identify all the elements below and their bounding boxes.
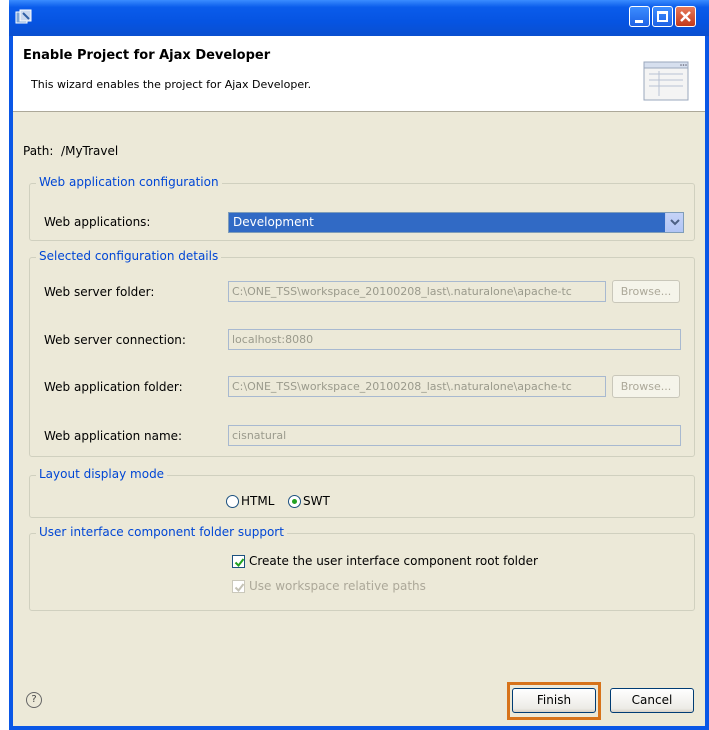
minimize-button[interactable] [629, 6, 650, 27]
create-root-label[interactable]: Create the user interface component root… [249, 554, 538, 568]
wizard-window: Enable Project for Ajax Developer This w… [9, 0, 709, 730]
page-title: Enable Project for Ajax Developer [23, 48, 271, 63]
create-root-checkbox[interactable] [232, 555, 245, 568]
checkmark-icon [234, 583, 245, 593]
eclipse-app-icon [15, 9, 32, 24]
close-button[interactable] [675, 6, 696, 27]
title-bar[interactable] [9, 0, 709, 36]
layout-mode-title: Layout display mode [36, 467, 168, 481]
relative-paths-checkbox[interactable] [232, 580, 245, 593]
radio-swt-label[interactable]: SWT [303, 494, 330, 508]
web-server-folder-value: C:\ONE_TSS\workspace_20100208_last\.natu… [232, 285, 572, 298]
path-value: /MyTravel [61, 144, 119, 158]
path-label: Path: [23, 144, 54, 158]
web-applications-label: Web applications: [44, 215, 151, 229]
ui-folder-group: User interface component folder support … [29, 525, 695, 611]
layout-mode-group: Layout display mode HTML SWT [29, 467, 695, 518]
config-details-group: Selected configuration details Web serve… [29, 249, 695, 457]
page-description: This wizard enables the project for Ajax… [31, 78, 312, 91]
web-app-folder-field[interactable]: C:\ONE_TSS\workspace_20100208_last\.natu… [228, 376, 606, 397]
radio-html[interactable] [226, 495, 239, 508]
minimize-icon [635, 20, 643, 23]
chevron-down-icon [670, 219, 680, 226]
radio-html-label[interactable]: HTML [241, 494, 274, 508]
wizard-header: Enable Project for Ajax Developer This w… [13, 36, 705, 112]
web-app-name-value: cisnatural [232, 429, 287, 442]
web-app-config-title: Web application configuration [36, 175, 222, 189]
radio-swt[interactable] [288, 495, 301, 508]
web-app-folder-value: C:\ONE_TSS\workspace_20100208_last\.natu… [232, 380, 572, 393]
config-details-title: Selected configuration details [36, 249, 222, 263]
combo-dropdown-button[interactable] [665, 213, 683, 232]
web-app-folder-label: Web application folder: [44, 380, 183, 394]
web-app-name-label: Web application name: [44, 429, 183, 443]
wizard-banner-icon [643, 61, 689, 101]
ui-folder-title: User interface component folder support [36, 525, 287, 539]
web-applications-combo[interactable]: Development [228, 212, 684, 233]
cancel-button[interactable]: Cancel [610, 688, 694, 713]
close-icon [680, 11, 691, 22]
web-app-browse-button[interactable]: Browse... [612, 375, 680, 398]
web-app-config-group: Web application configuration Web applic… [29, 175, 695, 241]
help-icon[interactable]: ? [26, 692, 42, 708]
web-server-folder-label: Web server folder: [44, 285, 155, 299]
finish-button[interactable]: Finish [512, 688, 596, 713]
maximize-button[interactable] [652, 6, 673, 27]
relative-paths-label: Use workspace relative paths [249, 579, 426, 593]
web-server-connection-field[interactable]: localhost:8080 [228, 329, 681, 350]
web-server-connection-label: Web server connection: [44, 333, 186, 347]
web-server-connection-value: localhost:8080 [232, 333, 314, 346]
web-applications-value: Development [233, 215, 314, 229]
checkmark-icon [234, 558, 245, 568]
path-row: Path: /MyTravel [23, 144, 118, 158]
maximize-icon [657, 11, 668, 22]
web-server-folder-field[interactable]: C:\ONE_TSS\workspace_20100208_last\.natu… [228, 281, 606, 302]
web-app-name-field[interactable]: cisnatural [228, 425, 681, 446]
web-server-browse-button[interactable]: Browse... [612, 280, 680, 303]
